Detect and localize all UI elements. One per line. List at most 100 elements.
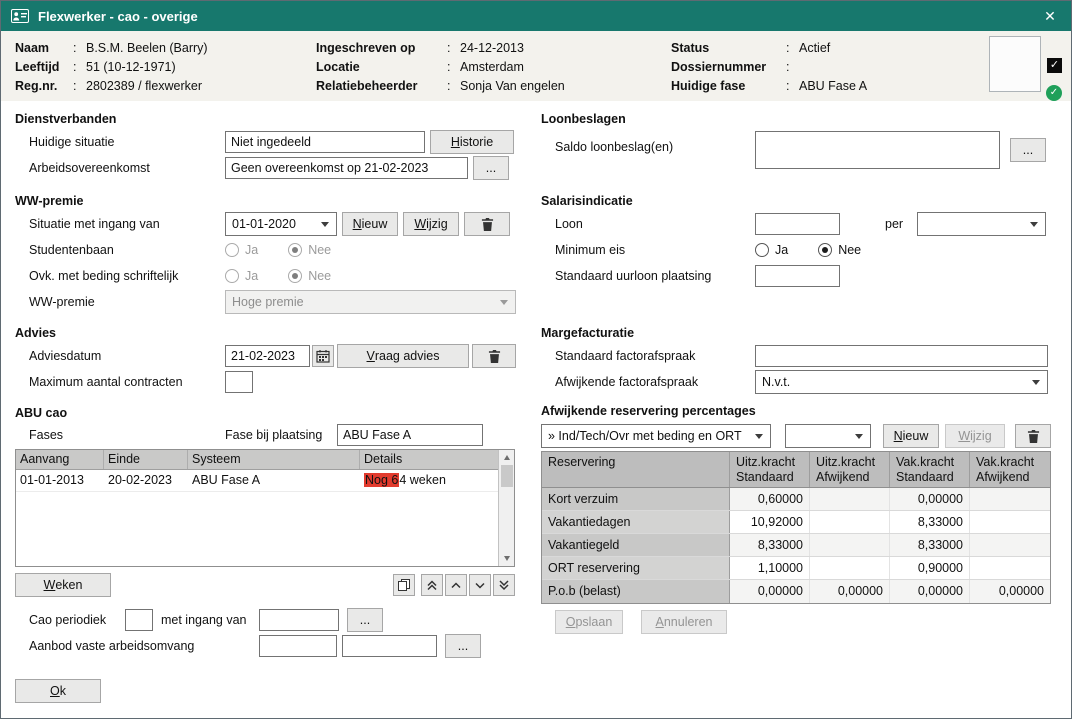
cao-periodiek-input[interactable] (125, 609, 153, 631)
cao-periodiek-more-button[interactable]: ... (347, 608, 383, 632)
reservering-sub-select[interactable] (785, 424, 871, 448)
historie-button[interactable]: Historie (430, 130, 514, 154)
huidige-situatie-input[interactable] (225, 131, 425, 153)
cell-uitzkracht-afwijkend[interactable] (810, 511, 890, 533)
cell-vakkracht-afwijkend[interactable]: 0,00000 (970, 580, 1050, 603)
radio-label: Ja (245, 269, 258, 283)
adviesdatum-input[interactable] (225, 345, 310, 367)
loon-input[interactable] (755, 213, 840, 235)
radio-circle-icon (755, 243, 769, 257)
saldo-more-button[interactable]: ... (1010, 138, 1046, 162)
close-icon[interactable]: ✕ (1037, 4, 1063, 28)
cell-vakkracht-afwijkend[interactable] (970, 557, 1050, 579)
move-top-button[interactable] (421, 574, 443, 596)
adviesdatum-calendar-button[interactable] (312, 345, 334, 367)
ww-premie-select[interactable]: Hoge premie (225, 290, 516, 314)
cell-vakkracht-afwijkend[interactable] (970, 534, 1050, 556)
section-ww-premie: WW-premie Situatie met ingang van 01-01-… (15, 191, 525, 315)
cell-uitzkracht-afwijkend[interactable] (810, 557, 890, 579)
fases-table-row[interactable]: 01-01-2013 20-02-2023 ABU Fase A Nog 64 … (16, 470, 500, 492)
reservering-schema-select[interactable]: » Ind/Tech/Ovr met beding en ORT (541, 424, 771, 448)
status-ok-icon: ✓ (1046, 85, 1062, 101)
section-title: Afwijkende reservering percentages (541, 401, 1051, 421)
field-label: Reg.nr. (15, 79, 73, 93)
cell-uitzkracht-afwijkend[interactable]: 0,00000 (810, 580, 890, 603)
arbeidsovereenkomst-input[interactable] (225, 157, 468, 179)
weken-button[interactable]: Weken (15, 573, 111, 597)
aanbod-more-button[interactable]: ... (445, 634, 481, 658)
arbeidsovereenkomst-more-button[interactable]: ... (473, 156, 509, 180)
reservering-row[interactable]: ORT reservering 1,10000 0,90000 (542, 557, 1050, 580)
loon-per-select[interactable] (917, 212, 1046, 236)
ovk-beding-row: Ovk. met beding schriftelijk Ja Nee (15, 263, 525, 289)
flexwerker-card-icon (11, 9, 29, 23)
colon: : (447, 79, 460, 93)
reservering-delete-button[interactable] (1015, 424, 1051, 448)
loon-label: Loon (555, 217, 755, 231)
ovk-nee-radio[interactable]: Nee (288, 269, 331, 283)
fase-bij-plaatsing-input[interactable] (337, 424, 483, 446)
cell-reservering-name: ORT reservering (542, 557, 730, 579)
ww-wijzig-button[interactable]: Wijzig (403, 212, 459, 236)
weeks-rest-text: 4 weken (399, 473, 446, 487)
afwijkende-factorafspraak-select[interactable]: N.v.t. (755, 370, 1048, 394)
scrollbar-thumb[interactable] (501, 465, 513, 487)
studentenbaan-label: Studentenbaan (29, 243, 225, 257)
reservering-wijzig-button[interactable]: Wijzig (945, 424, 1005, 448)
standaard-factorafspraak-input[interactable] (755, 345, 1048, 367)
copy-button[interactable] (393, 574, 415, 596)
studentenbaan-nee-radio[interactable]: Nee (288, 243, 331, 257)
advies-delete-button[interactable] (472, 344, 516, 368)
max-contracten-input[interactable] (225, 371, 253, 393)
field-value: 51 (10-12-1971) (86, 60, 176, 74)
minimum-eis-ja-radio[interactable]: Ja (755, 243, 788, 257)
cell-vakkracht-afwijkend[interactable] (970, 488, 1050, 510)
situatie-ingang-select[interactable]: 01-01-2020 (225, 212, 337, 236)
cao-periodiek-ingang-input[interactable] (259, 609, 339, 631)
radio-label: Ja (245, 243, 258, 257)
header-line-2: Standaard (736, 470, 803, 485)
cell-uitzkracht-afwijkend[interactable] (810, 488, 890, 510)
saldo-loonbeslag-input[interactable] (755, 131, 1000, 169)
scroll-down-arrow[interactable] (499, 551, 514, 566)
flag-checkbox[interactable]: ✓ (1047, 58, 1062, 73)
reservering-nieuw-button[interactable]: Nieuw (883, 424, 939, 448)
column-header: Uitz.krachtAfwijkend (810, 452, 890, 487)
reservering-row[interactable]: Vakantiegeld 8,33000 8,33000 (542, 534, 1050, 557)
section-title: Salarisindicatie (541, 191, 1051, 211)
cell-uitzkracht-afwijkend[interactable] (810, 534, 890, 556)
annuleren-button[interactable]: Annuleren (641, 610, 727, 634)
cao-periodiek-label: Cao periodiek (29, 613, 125, 627)
move-bottom-button[interactable] (493, 574, 515, 596)
reservering-row[interactable]: P.o.b (belast) 0,00000 0,00000 0,00000 0… (542, 580, 1050, 603)
move-up-button[interactable] (445, 574, 467, 596)
cell-reservering-name: Vakantiegeld (542, 534, 730, 556)
reservering-row[interactable]: Vakantiedagen 10,92000 8,33000 (542, 511, 1050, 534)
studentenbaan-ja-radio[interactable]: Ja (225, 243, 258, 257)
cell-reservering-name: Kort verzuim (542, 488, 730, 510)
radio-circle-icon (225, 243, 239, 257)
section-title: Margefacturatie (541, 323, 1051, 343)
ok-button[interactable]: Ok (15, 679, 101, 703)
ovk-ja-radio[interactable]: Ja (225, 269, 258, 283)
colon: : (786, 79, 799, 93)
fases-table-scrollbar[interactable] (498, 450, 514, 566)
trash-icon (488, 349, 501, 364)
opslaan-button[interactable]: Opslaan (555, 610, 623, 634)
aanbod-input-1[interactable] (259, 635, 337, 657)
cell-vakkracht-afwijkend[interactable] (970, 511, 1050, 533)
uurloon-input[interactable] (755, 265, 840, 287)
ww-delete-button[interactable] (464, 212, 510, 236)
cell-uitzkracht-standaard: 10,92000 (730, 511, 810, 533)
vraag-advies-button[interactable]: Vraag advies (337, 344, 469, 368)
reservering-row[interactable]: Kort verzuim 0,60000 0,00000 (542, 488, 1050, 511)
scroll-up-arrow[interactable] (499, 450, 514, 465)
colon: : (786, 60, 799, 74)
radio-label: Ja (775, 243, 788, 257)
aanbod-input-2[interactable] (342, 635, 437, 657)
move-down-button[interactable] (469, 574, 491, 596)
minimum-eis-nee-radio[interactable]: Nee (818, 243, 861, 257)
ww-nieuw-button[interactable]: Nieuw (342, 212, 398, 236)
field-value: Actief (799, 41, 830, 55)
ww-premie-row: WW-premie Hoge premie (15, 289, 525, 315)
